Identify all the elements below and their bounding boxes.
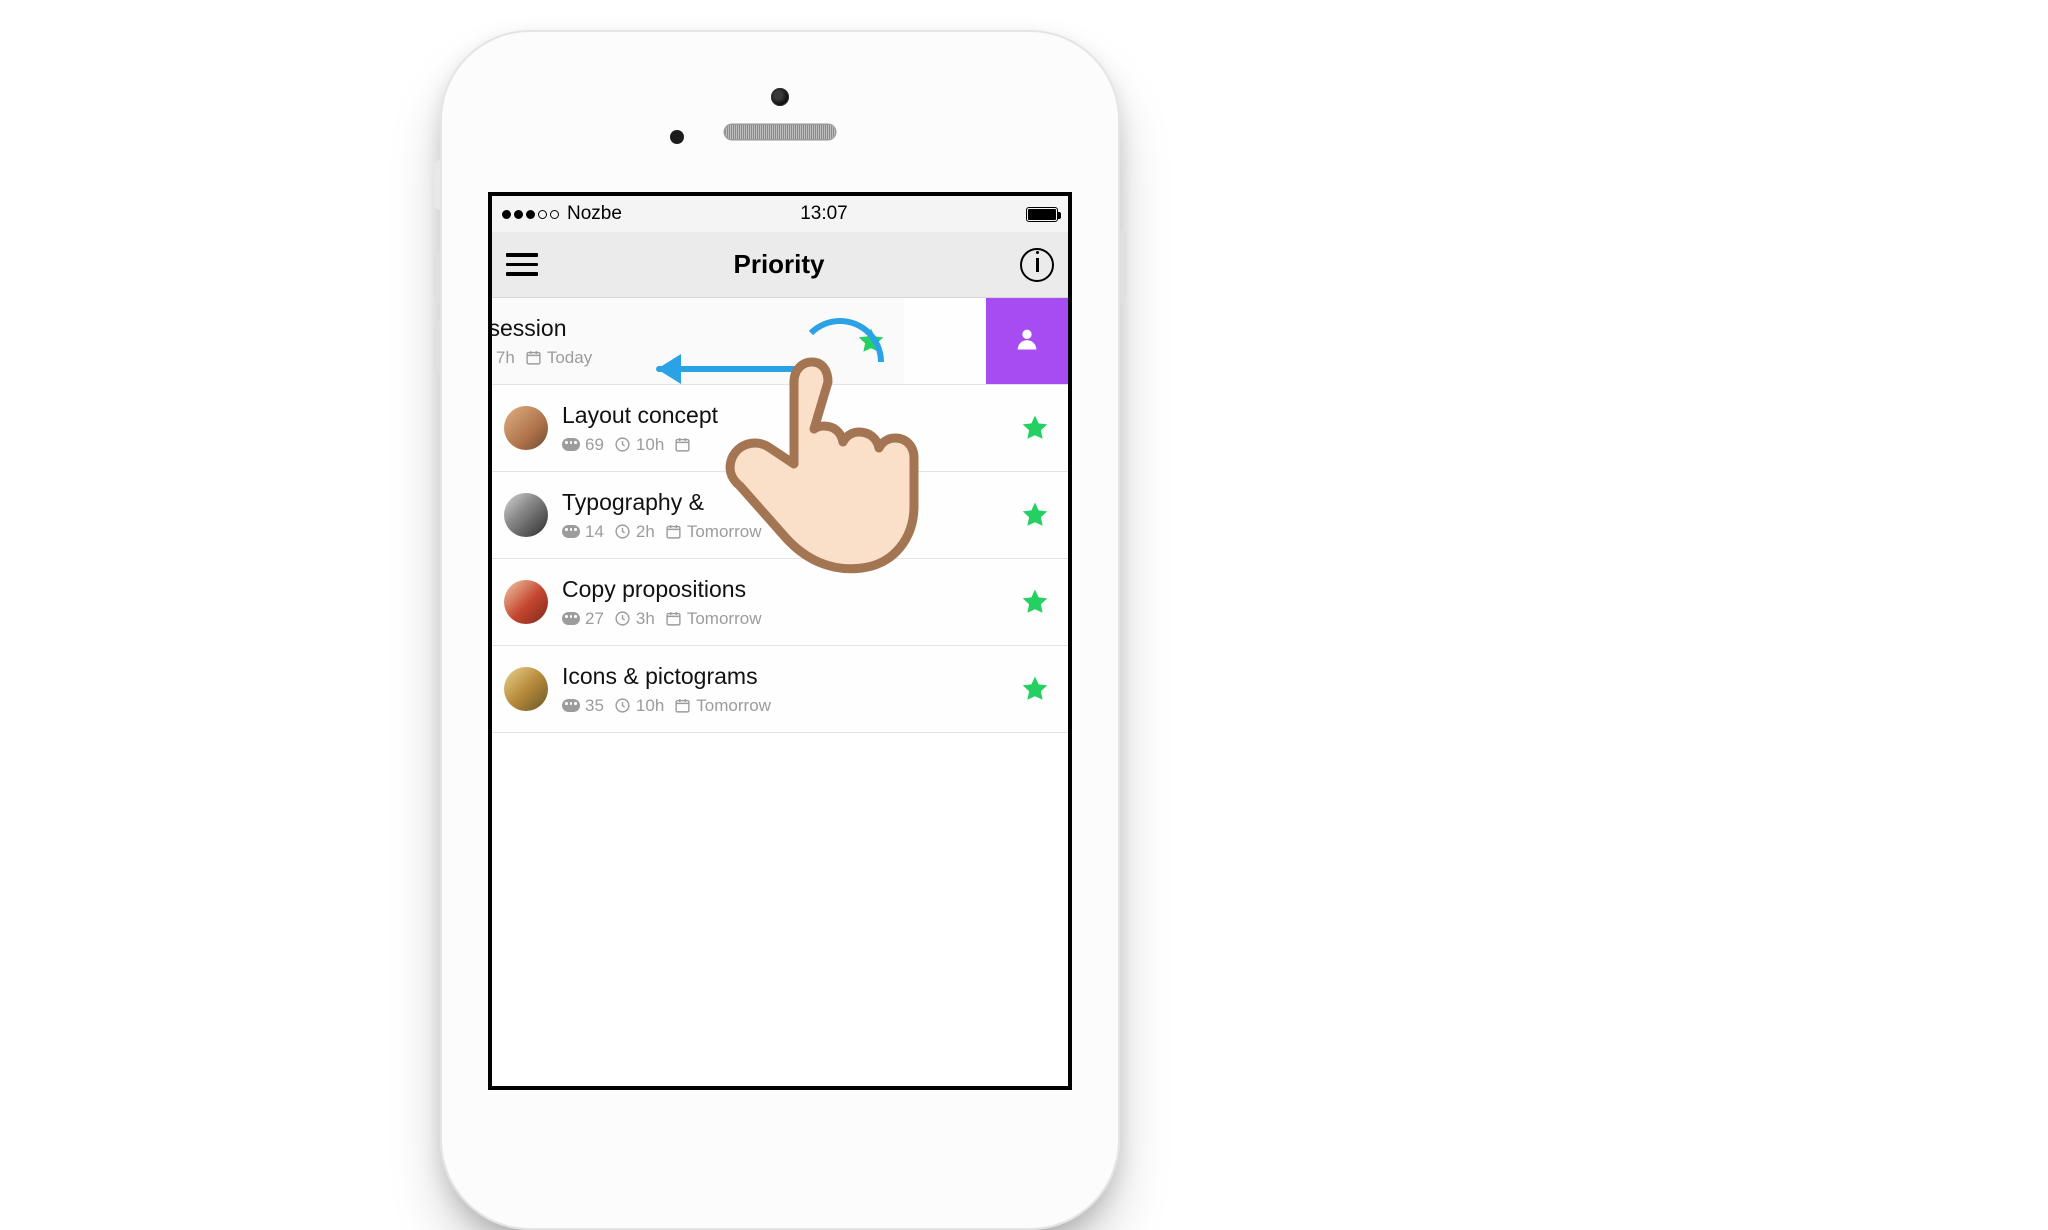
task-meta: 27 3h Tomorrow: [562, 609, 1014, 629]
avatar[interactable]: [504, 493, 548, 537]
clock-icon: [488, 349, 491, 366]
avatar[interactable]: [504, 406, 548, 450]
task-row[interactable]: Photo session127hToday: [492, 298, 1068, 385]
calendar-icon: [665, 610, 682, 627]
priority-star[interactable]: [1020, 674, 1050, 704]
priority-star[interactable]: [1020, 413, 1050, 443]
avatar[interactable]: [504, 667, 548, 711]
priority-star[interactable]: [1020, 500, 1050, 530]
comment-count: 27: [585, 609, 604, 629]
info-icon: [1036, 258, 1039, 272]
calendar-icon: [525, 349, 542, 366]
navigation-bar: Priority: [492, 232, 1068, 298]
task-title: Photo session: [488, 315, 850, 342]
status-bar: Nozbe 13:07: [492, 196, 1068, 232]
time-estimate: 3h: [636, 609, 655, 629]
comment-count: 14: [585, 522, 604, 542]
page-title: Priority: [733, 249, 824, 280]
time-estimate: 10h: [636, 435, 664, 455]
task-meta: 69 10h: [562, 435, 1014, 455]
task-list[interactable]: Photo session127hTodayLayout concept6910…: [492, 298, 1068, 733]
calendar-icon: [674, 697, 691, 714]
task-row[interactable]: Icons & pictograms 35 10h Tomorrow: [492, 646, 1068, 733]
earpiece-speaker: [725, 125, 835, 139]
calendar-icon: [665, 523, 682, 540]
priority-star[interactable]: [856, 326, 886, 356]
due-date: Tomorrow: [687, 522, 762, 542]
task-meta: 127hToday: [488, 348, 850, 368]
clock-icon: [614, 436, 631, 453]
time-estimate: 2h: [636, 522, 655, 542]
task-row[interactable]: Layout concept 69 10h: [492, 385, 1068, 472]
time-estimate: 7h: [496, 348, 515, 368]
battery-icon: [1026, 207, 1058, 222]
assign-action[interactable]: [986, 298, 1068, 384]
menu-button[interactable]: [506, 253, 538, 276]
comment-count: 69: [585, 435, 604, 455]
task-meta: 35 10h Tomorrow: [562, 696, 1014, 716]
calendar-icon: [674, 436, 691, 453]
volume-down-button: [434, 320, 440, 375]
device-screen: Nozbe 13:07 Priority Photo session127hTo…: [488, 192, 1072, 1090]
task-title: Layout concept: [562, 402, 1014, 429]
time-estimate: 10h: [636, 696, 664, 716]
comments-icon: [562, 699, 580, 712]
signal-strength-icon: [502, 210, 559, 219]
priority-star[interactable]: [1020, 587, 1050, 617]
task-title: Icons & pictograms: [562, 663, 1014, 690]
task-row[interactable]: Typography & 14 2h Tomorrow: [492, 472, 1068, 559]
clock-icon: [614, 610, 631, 627]
volume-up-button: [434, 250, 440, 305]
task-title: Copy propositions: [562, 576, 1014, 603]
comment-count: 35: [585, 696, 604, 716]
comments-icon: [562, 438, 580, 451]
person-icon: [1013, 325, 1041, 358]
carrier-label: Nozbe: [567, 203, 622, 225]
phone-frame: Nozbe 13:07 Priority Photo session127hTo…: [440, 30, 1120, 1230]
power-button: [1120, 230, 1126, 305]
due-date: Today: [547, 348, 592, 368]
task-title: Typography &: [562, 489, 1014, 516]
comments-icon: [562, 525, 580, 538]
due-date: Tomorrow: [696, 696, 771, 716]
front-camera: [771, 88, 789, 106]
avatar[interactable]: [504, 580, 548, 624]
due-date: Tomorrow: [687, 609, 762, 629]
comments-icon: [562, 612, 580, 625]
clock: 13:07: [800, 203, 848, 225]
task-row[interactable]: Copy propositions 27 3h Tomorrow: [492, 559, 1068, 646]
task-meta: 14 2h Tomorrow: [562, 522, 1014, 542]
clock-icon: [614, 523, 631, 540]
proximity-sensor: [670, 130, 684, 144]
clock-icon: [614, 697, 631, 714]
info-button[interactable]: [1020, 248, 1054, 282]
